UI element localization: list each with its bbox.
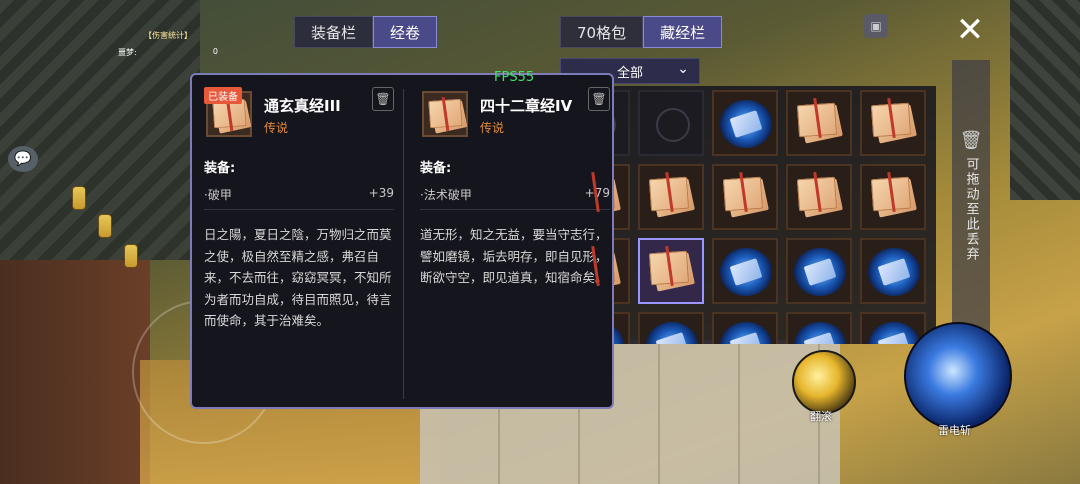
item-description: 道无形，知之无益，要当守志行，譬如磨镜，垢去明存，即自见形，断欲守空，即见道真，… [420, 227, 608, 285]
empty-slot[interactable] [638, 90, 704, 156]
blue-scroll-icon [720, 100, 772, 148]
delete-button[interactable]: 🗑 [372, 87, 394, 111]
scroll-item-slot[interactable] [638, 238, 704, 304]
divider [403, 89, 404, 399]
blue-scroll-item-slot[interactable] [786, 238, 852, 304]
stat-name: ·破甲 [204, 188, 232, 202]
blue-scroll-item-slot[interactable] [786, 312, 852, 344]
section-label: 装备: [420, 161, 452, 176]
discard-hint: 可拖动至此丢弃 [963, 157, 979, 262]
trash-icon: 🗑 [959, 130, 983, 151]
lantern [124, 244, 138, 268]
tabs-right: 70格包 藏经栏 [560, 16, 723, 48]
item-description: 日之陽，夏日之陰，万物归之而莫之使，极自然至精之感，弗召自来，不去而往，窈窈冥冥… [204, 227, 392, 328]
blue-scroll-icon [868, 322, 920, 344]
scroll-icon [650, 178, 694, 218]
scroll-item-slot[interactable] [860, 164, 926, 230]
blue-scroll-icon [794, 248, 846, 296]
compare-item: 四十二章经IV 传说 🗑 装备: ·法术破甲 +79 道无形，知之无益，要当守志… [420, 87, 610, 289]
scroll-item-slot[interactable] [786, 90, 852, 156]
filter-value: 全部 [616, 65, 643, 81]
blue-scroll-item-slot[interactable] [860, 312, 926, 344]
blue-scroll-item-slot[interactable] [712, 90, 778, 156]
blue-scroll-icon [720, 322, 772, 344]
blue-scroll-icon [720, 248, 772, 296]
chat-icon[interactable]: 💬 [8, 146, 38, 172]
delete-button[interactable]: 🗑 [588, 87, 610, 111]
scroll-item-slot[interactable] [712, 164, 778, 230]
item-name: 四十二章经IV [480, 97, 573, 115]
tab-bag[interactable]: 70格包 [560, 16, 644, 48]
lantern [72, 186, 86, 210]
scroll-item-icon [422, 91, 468, 137]
right-roof [1010, 0, 1080, 200]
tab-scripture-storage[interactable]: 藏经栏 [643, 16, 723, 48]
blue-scroll-icon [646, 322, 698, 344]
damage-stats: 【伤害统计】 噩梦: 0 [118, 30, 218, 58]
blue-scroll-icon [868, 248, 920, 296]
stats-title: 【伤害统计】 [144, 31, 192, 40]
item-grid [562, 86, 936, 344]
fps-counter: FPS55 [494, 70, 535, 85]
bag-icon[interactable]: ▣ [864, 14, 888, 38]
scroll-icon [798, 178, 842, 218]
stats-value: 0 [212, 47, 218, 56]
blue-scroll-icon [794, 322, 846, 344]
empty-slot-icon [656, 108, 690, 142]
equipped-badge: 已装备 [204, 87, 242, 104]
skill-label: 翻滚 [810, 410, 832, 423]
tab-equipment[interactable]: 装备栏 [294, 16, 374, 48]
item-rarity: 传说 [264, 121, 289, 135]
stat-name: ·法术破甲 [420, 188, 472, 202]
tabs-left: 装备栏 经卷 [294, 16, 438, 48]
item-compare-tooltip: 已装备 通玄真经III 传说 🗑 装备: ·破甲 +39 日之陽，夏日之陰，万物… [190, 73, 614, 409]
left-wall [0, 260, 150, 484]
lantern [98, 214, 112, 238]
stat-row: ·法术破甲 +79 [420, 186, 610, 210]
equipped-item: 已装备 通玄真经III 传说 🗑 装备: ·破甲 +39 日之陽，夏日之陰，万物… [204, 87, 394, 332]
blue-scroll-item-slot[interactable] [712, 312, 778, 344]
dodge-skill-button[interactable] [792, 350, 856, 414]
scroll-icon [872, 178, 916, 218]
stats-label: 噩梦: [118, 48, 137, 57]
scroll-item-slot[interactable] [860, 90, 926, 156]
item-name: 通玄真经III [264, 97, 341, 115]
stat-row: ·破甲 +39 [204, 186, 394, 210]
blue-scroll-item-slot[interactable] [638, 312, 704, 344]
item-rarity: 传说 [480, 121, 505, 135]
section-label: 装备: [204, 161, 236, 176]
scroll-item-slot[interactable] [786, 164, 852, 230]
chevron-down-icon: ⌄ [677, 61, 689, 77]
scroll-icon [724, 178, 768, 218]
scroll-icon [872, 104, 916, 144]
scroll-icon [650, 252, 694, 292]
discard-zone[interactable]: 🗑 可拖动至此丢弃 [952, 60, 990, 344]
close-icon[interactable]: ✕ [952, 10, 988, 50]
scroll-item-slot[interactable] [638, 164, 704, 230]
scroll-icon [798, 104, 842, 144]
tab-scrolls[interactable]: 经卷 [373, 16, 438, 48]
skill-label: 雷电斩 [938, 424, 971, 437]
thunder-slash-skill-button[interactable] [904, 322, 1012, 430]
blue-scroll-item-slot[interactable] [860, 238, 926, 304]
blue-scroll-item-slot[interactable] [712, 238, 778, 304]
stat-value: +39 [368, 186, 394, 200]
